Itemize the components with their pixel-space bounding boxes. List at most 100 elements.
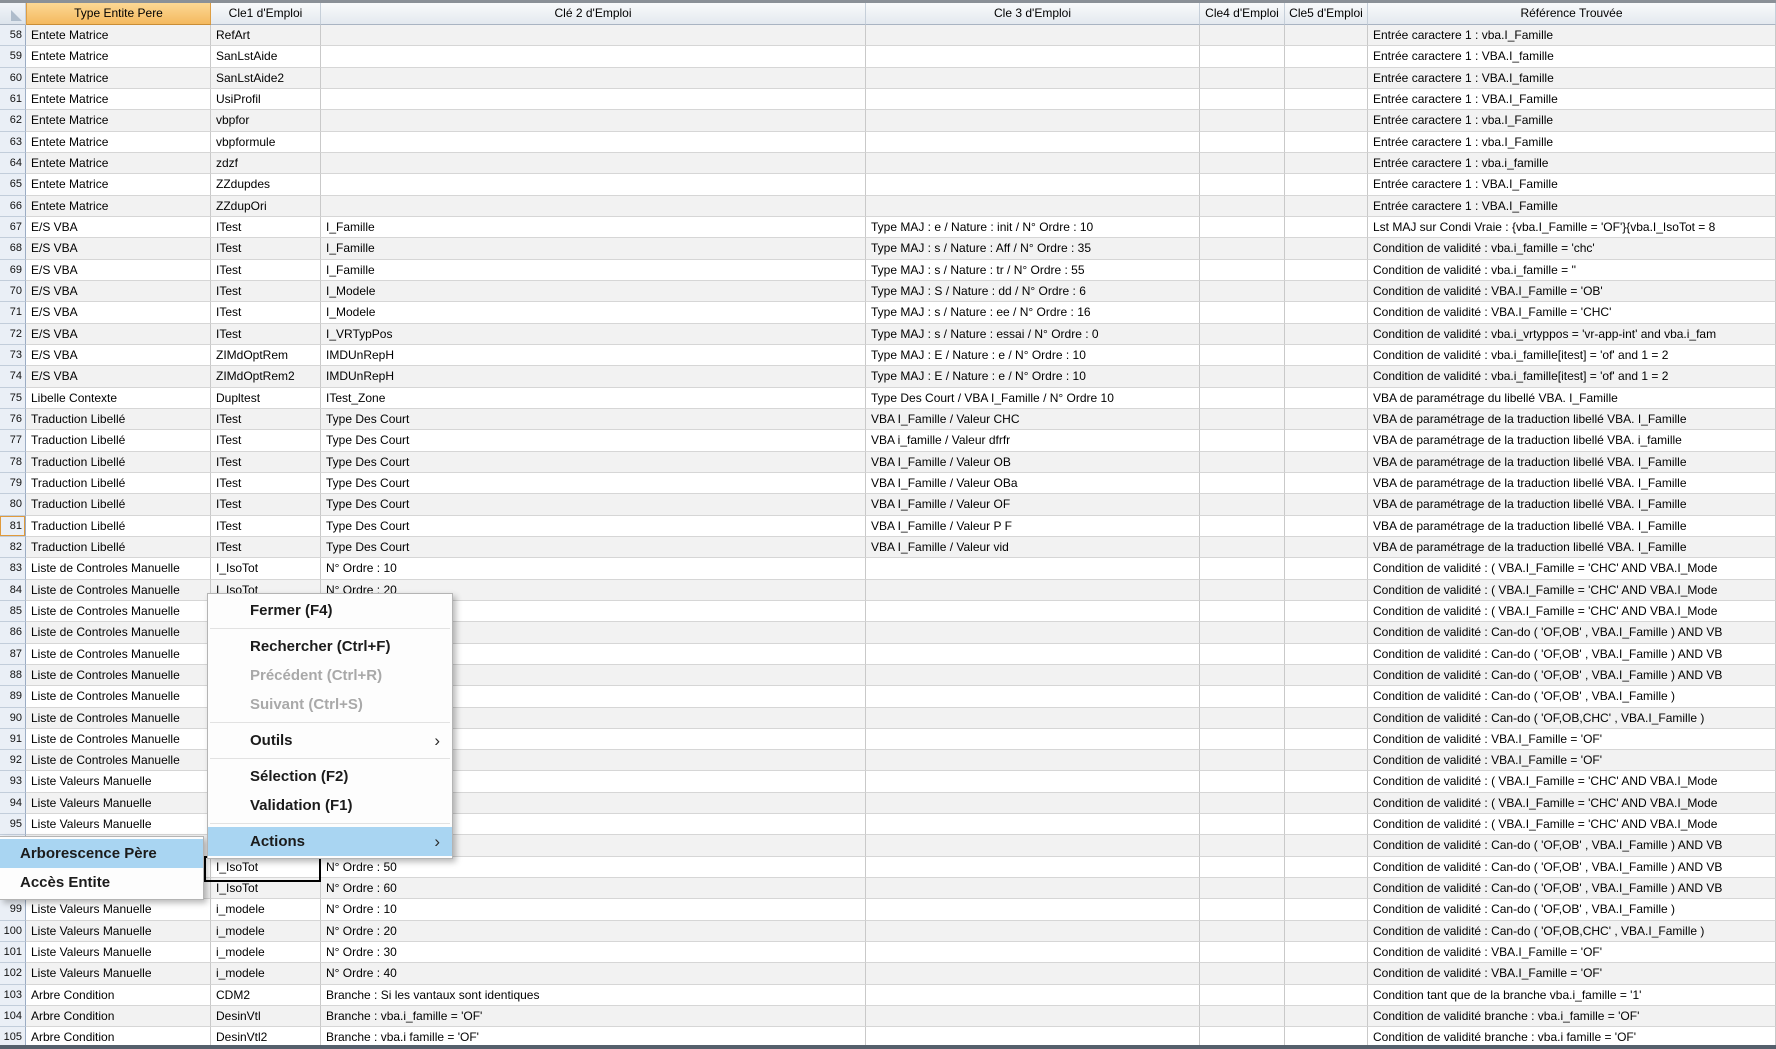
cell-c3[interactable] — [866, 942, 1200, 963]
menu-item-Fermer (F4)[interactable]: Fermer (F4) — [208, 596, 452, 625]
row-number-cell[interactable]: 81 — [0, 516, 26, 537]
cell-ref[interactable]: Condition de validité : vba.i_famille[it… — [1368, 366, 1776, 387]
cell-ref[interactable]: Entrée caractere 1 : VBA.I_Famille — [1368, 174, 1776, 195]
select-all-header[interactable] — [0, 3, 26, 25]
cell-c1[interactable]: CDM2 — [211, 985, 321, 1006]
cell-c4[interactable] — [1200, 878, 1285, 899]
cell-c3[interactable] — [866, 686, 1200, 707]
cell-c2[interactable] — [321, 196, 866, 217]
cell-type[interactable]: Entete Matrice — [26, 174, 211, 195]
cell-c5[interactable] — [1285, 835, 1368, 856]
cell-ref[interactable]: Condition de validité : VBA.I_Famille = … — [1368, 281, 1776, 302]
cell-c5[interactable] — [1285, 196, 1368, 217]
cell-c3[interactable] — [866, 622, 1200, 643]
cell-c2[interactable]: Type Des Court — [321, 409, 866, 430]
cell-c5[interactable] — [1285, 580, 1368, 601]
cell-ref[interactable]: VBA de paramétrage de la traduction libe… — [1368, 537, 1776, 558]
cell-c5[interactable] — [1285, 644, 1368, 665]
cell-c5[interactable] — [1285, 238, 1368, 259]
cell-type[interactable]: Liste Valeurs Manuelle — [26, 963, 211, 984]
cell-c3[interactable]: VBA I_Famille / Valeur OF — [866, 494, 1200, 515]
cell-c4[interactable] — [1200, 153, 1285, 174]
cell-c5[interactable] — [1285, 793, 1368, 814]
cell-c5[interactable] — [1285, 452, 1368, 473]
cell-c2[interactable] — [321, 89, 866, 110]
cell-type[interactable]: Liste Valeurs Manuelle — [26, 921, 211, 942]
row-number-cell[interactable]: 95 — [0, 814, 26, 835]
cell-c2[interactable]: N° Ordre : 40 — [321, 963, 866, 984]
cell-type[interactable]: Traduction Libellé — [26, 430, 211, 451]
cell-c3[interactable] — [866, 835, 1200, 856]
cell-c2[interactable]: N° Ordre : 30 — [321, 942, 866, 963]
row-number-cell[interactable]: 65 — [0, 174, 26, 195]
cell-c1[interactable]: I_IsoTot — [211, 558, 321, 579]
cell-c3[interactable]: Type MAJ : s / Nature : ee / N° Ordre : … — [866, 302, 1200, 323]
cell-ref[interactable]: Entrée caractere 1 : vba.i_famille — [1368, 153, 1776, 174]
menu-item-Rechercher (Ctrl+F)[interactable]: Rechercher (Ctrl+F) — [208, 632, 452, 661]
cell-ref[interactable]: Condition de validité : VBA.I_Famille = … — [1368, 963, 1776, 984]
cell-c3[interactable] — [866, 558, 1200, 579]
cell-type[interactable]: Liste de Controles Manuelle — [26, 708, 211, 729]
cell-c4[interactable] — [1200, 750, 1285, 771]
cell-ref[interactable]: Condition de validité : vba.i_famille = … — [1368, 260, 1776, 281]
column-header-Référence Trouvée[interactable]: Référence Trouvée — [1368, 3, 1776, 25]
cell-c4[interactable] — [1200, 110, 1285, 131]
cell-ref[interactable]: VBA de paramétrage de la traduction libe… — [1368, 516, 1776, 537]
cell-c5[interactable] — [1285, 814, 1368, 835]
row-number-cell[interactable]: 90 — [0, 708, 26, 729]
cell-c5[interactable] — [1285, 899, 1368, 920]
cell-c2[interactable]: I_Famille — [321, 238, 866, 259]
cell-c3[interactable]: Type MAJ : s / Nature : essai / N° Ordre… — [866, 324, 1200, 345]
cell-ref[interactable]: Entrée caractere 1 : vba.I_Famille — [1368, 25, 1776, 46]
cell-c2[interactable]: I_Famille — [321, 260, 866, 281]
row-number-cell[interactable]: 62 — [0, 110, 26, 131]
cell-c1[interactable]: ITest — [211, 409, 321, 430]
cell-c3[interactable] — [866, 878, 1200, 899]
cell-c5[interactable] — [1285, 494, 1368, 515]
cell-c3[interactable]: Type Des Court / VBA I_Famille / N° Ordr… — [866, 388, 1200, 409]
cell-c4[interactable] — [1200, 942, 1285, 963]
cell-c5[interactable] — [1285, 110, 1368, 131]
cell-c4[interactable] — [1200, 366, 1285, 387]
cell-c4[interactable] — [1200, 174, 1285, 195]
cell-c5[interactable] — [1285, 750, 1368, 771]
cell-c4[interactable] — [1200, 580, 1285, 601]
cell-c5[interactable] — [1285, 302, 1368, 323]
cell-c5[interactable] — [1285, 153, 1368, 174]
cell-type[interactable]: E/S VBA — [26, 281, 211, 302]
row-number-cell[interactable]: 83 — [0, 558, 26, 579]
cell-ref[interactable]: Condition tant que de la branche vba.i_f… — [1368, 985, 1776, 1006]
cell-c3[interactable] — [866, 174, 1200, 195]
cell-type[interactable]: Arbre Condition — [26, 985, 211, 1006]
cell-c5[interactable] — [1285, 260, 1368, 281]
cell-c5[interactable] — [1285, 622, 1368, 643]
cell-c1[interactable]: ITest — [211, 324, 321, 345]
cell-c4[interactable] — [1200, 196, 1285, 217]
cell-c3[interactable] — [866, 153, 1200, 174]
column-header-Cle1 d'Emploi[interactable]: Cle1 d'Emploi — [211, 3, 321, 25]
cell-ref[interactable]: Condition de validité branche : vba.i_fa… — [1368, 1006, 1776, 1027]
cell-c3[interactable] — [866, 857, 1200, 878]
cell-ref[interactable]: Condition de validité : ( VBA.I_Famille … — [1368, 814, 1776, 835]
cell-c5[interactable] — [1285, 25, 1368, 46]
row-number-cell[interactable]: 93 — [0, 771, 26, 792]
cell-type[interactable]: Traduction Libellé — [26, 516, 211, 537]
cell-c5[interactable] — [1285, 537, 1368, 558]
cell-c3[interactable] — [866, 793, 1200, 814]
cell-c3[interactable]: Type MAJ : s / Nature : Aff / N° Ordre :… — [866, 238, 1200, 259]
cell-c2[interactable] — [321, 174, 866, 195]
cell-type[interactable]: E/S VBA — [26, 217, 211, 238]
cell-type[interactable]: Liste de Controles Manuelle — [26, 686, 211, 707]
menu-item-Actions[interactable]: Actions› — [208, 827, 452, 856]
cell-c4[interactable] — [1200, 963, 1285, 984]
cell-c2[interactable] — [321, 68, 866, 89]
cell-c1[interactable]: SanLstAide2 — [211, 68, 321, 89]
cell-type[interactable]: Liste de Controles Manuelle — [26, 665, 211, 686]
cell-c4[interactable] — [1200, 622, 1285, 643]
cell-c3[interactable] — [866, 963, 1200, 984]
cell-c3[interactable]: VBA I_Famille / Valeur CHC — [866, 409, 1200, 430]
menu-item-Outils[interactable]: Outils› — [208, 726, 452, 755]
cell-c3[interactable] — [866, 46, 1200, 67]
column-header-Type Entite Pere[interactable]: Type Entite Pere — [26, 3, 211, 25]
cell-c3[interactable]: Type MAJ : S / Nature : dd / N° Ordre : … — [866, 281, 1200, 302]
